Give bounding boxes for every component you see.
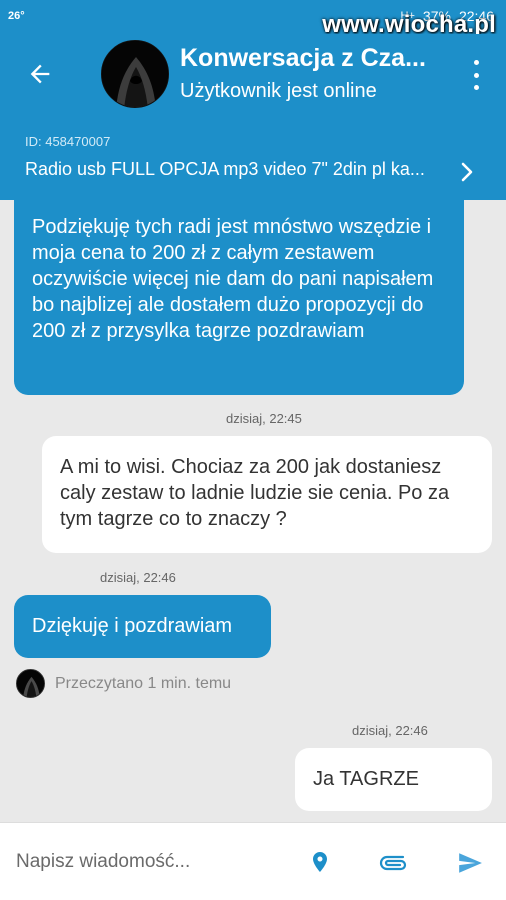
message-composer xyxy=(0,822,506,900)
contact-avatar[interactable] xyxy=(101,40,169,108)
listing-id: ID: 458470007 xyxy=(25,134,111,149)
location-pin-icon[interactable] xyxy=(308,849,332,875)
more-options-button[interactable] xyxy=(466,60,486,90)
read-receipt-text: Przeczytano 1 min. temu xyxy=(55,674,232,692)
hooded-figure-icon xyxy=(17,670,44,697)
contact-avatar-small xyxy=(16,669,45,698)
arrow-left-icon xyxy=(30,64,50,84)
message-timestamp: dzisiaj, 22:46 xyxy=(352,723,428,738)
status-temperature: 26° xyxy=(8,10,25,22)
more-vert-dot xyxy=(473,85,479,90)
online-status: Użytkownik jest online xyxy=(180,80,377,102)
message-text: A mi to wisi. Chociaz za 200 jak dostani… xyxy=(60,456,450,530)
paperclip-icon[interactable] xyxy=(377,850,409,874)
message-bubble-outgoing: A mi to wisi. Chociaz za 200 jak dostani… xyxy=(42,436,492,553)
chevron-right-icon xyxy=(461,162,473,182)
back-button[interactable] xyxy=(20,56,60,92)
more-vert-icon xyxy=(473,60,479,65)
listing-link[interactable]: ID: 458470007 Radio usb FULL OPCJA mp3 v… xyxy=(0,116,506,200)
conversation-title: Konwersacja z Cza... xyxy=(180,44,426,72)
read-receipt: Przeczytano 1 min. temu xyxy=(16,669,231,698)
message-bubble-incoming: Dziękuję i pozdrawiam xyxy=(14,595,271,658)
message-text: Dziękuję i pozdrawiam xyxy=(32,615,233,637)
message-text: Podziękuję tych radi jest mnóstwo wszędz… xyxy=(32,216,434,342)
message-input[interactable] xyxy=(16,847,286,877)
message-timestamp: dzisiaj, 22:45 xyxy=(226,411,302,426)
conversation-header: Konwersacja z Cza... Użytkownik jest onl… xyxy=(0,34,506,116)
status-bar: 26° H+ 37% 22:46 www.wiocha.pl xyxy=(0,0,506,38)
listing-title: Radio usb FULL OPCJA mp3 video 7" 2din p… xyxy=(25,159,425,179)
message-text: Ja TAGRZE xyxy=(313,768,419,790)
send-icon[interactable] xyxy=(455,850,485,876)
message-bubble-incoming: Podziękuję tych radi jest mnóstwo wszędz… xyxy=(14,198,464,395)
hooded-figure-icon xyxy=(102,41,168,107)
message-bubble-outgoing: Ja TAGRZE xyxy=(295,748,492,811)
message-timestamp: dzisiaj, 22:46 xyxy=(100,570,176,585)
more-vert-dot xyxy=(473,72,479,78)
